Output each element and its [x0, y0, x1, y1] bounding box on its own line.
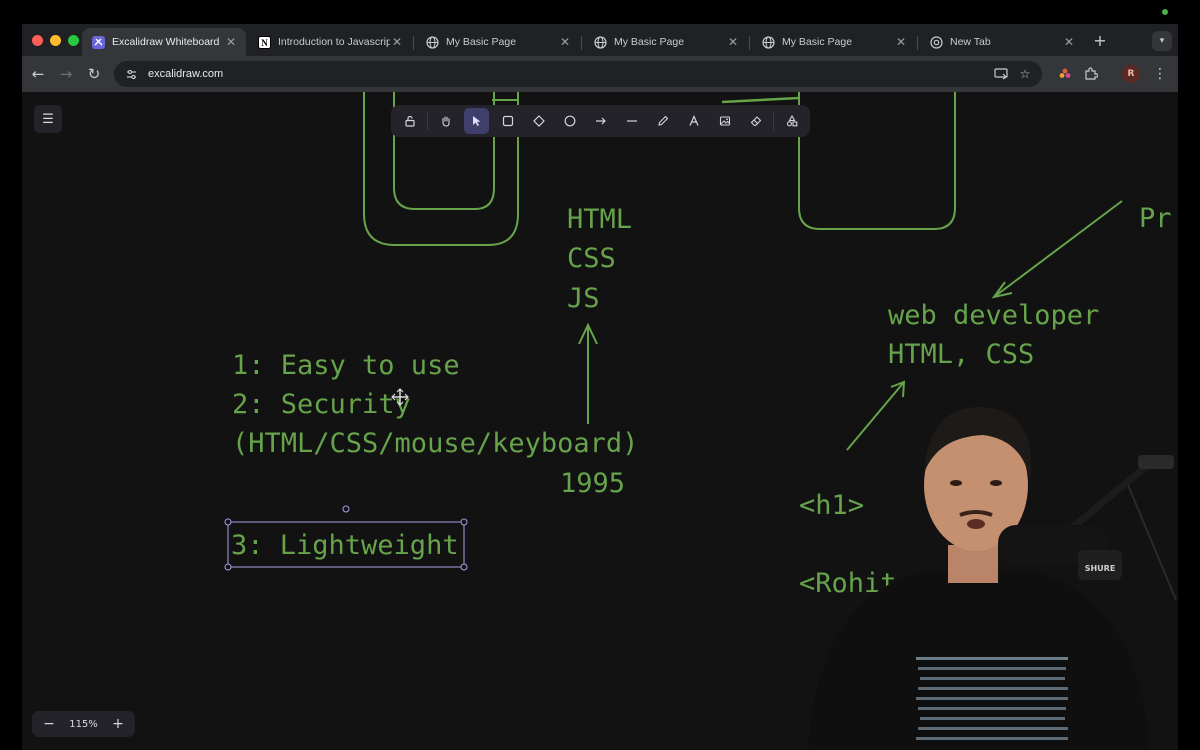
toolbar-divider	[773, 112, 774, 130]
tab-separator	[917, 36, 918, 50]
address-bar[interactable]: excalidraw.com	[114, 61, 1042, 87]
close-tab-icon[interactable]: ✕	[224, 35, 238, 49]
canvas-text-lightweight[interactable]: 3: Lightweight	[231, 530, 459, 561]
tab-my-basic-page[interactable]: My Basic Page ✕	[752, 28, 916, 56]
extensions-puzzle-icon[interactable]	[1082, 65, 1100, 83]
canvas-text-js[interactable]: JS	[567, 283, 600, 314]
ellipse-icon[interactable]	[557, 108, 583, 134]
globe-icon	[762, 35, 775, 49]
diamond-icon[interactable]	[526, 108, 552, 134]
tab-title: Excalidraw Whiteboard	[112, 36, 220, 48]
toolbar-divider	[427, 112, 428, 130]
arrow-to-web-developer[interactable]	[993, 200, 1123, 298]
tab-separator	[749, 36, 750, 50]
canvas-text-year[interactable]: 1995	[560, 468, 625, 499]
presenter-webcam: SHURE	[808, 406, 1177, 750]
close-window-button[interactable]	[32, 35, 43, 46]
canvas-text-pr[interactable]: Pr	[1139, 203, 1172, 234]
eraser-icon[interactable]	[743, 108, 769, 134]
mic-cable	[1127, 484, 1177, 601]
shape-edge	[721, 96, 800, 104]
resize-handle[interactable]	[224, 518, 232, 526]
mic-clamp	[1138, 455, 1174, 469]
zoom-level[interactable]: 115%	[69, 719, 98, 730]
new-tab-plus-icon[interactable]: +	[1090, 30, 1110, 50]
presenter-shirt	[808, 573, 1150, 750]
presenter-mouth	[967, 519, 985, 529]
close-tab-icon[interactable]: ✕	[558, 35, 572, 49]
maximize-window-button[interactable]	[68, 35, 79, 46]
shirt-code-print	[916, 657, 1068, 740]
tab-my-basic-page[interactable]: My Basic Page ✕	[416, 28, 580, 56]
pencil-icon[interactable]	[650, 108, 676, 134]
bookmark-star-icon[interactable]: ☆	[1016, 65, 1034, 83]
browser-toolbar: ← → ↻ excalidraw.com ☆ R ⋮	[22, 56, 1178, 92]
cast-install-icon[interactable]	[992, 65, 1010, 83]
selection-pointer-icon[interactable]	[463, 108, 490, 134]
line-icon[interactable]	[619, 108, 645, 134]
tab-new-tab[interactable]: New Tab ✕	[920, 28, 1084, 56]
zoom-control: − 115% +	[32, 711, 135, 737]
canvas-text-html[interactable]: HTML	[567, 204, 632, 235]
close-tab-icon[interactable]: ✕	[1062, 35, 1076, 49]
zoom-in-plus-icon[interactable]: +	[111, 716, 125, 732]
excalidraw-shape-toolbar	[391, 105, 810, 137]
resize-handle[interactable]	[460, 518, 468, 526]
resize-handle[interactable]	[460, 563, 468, 571]
tab-title: Introduction to Javascript	[278, 36, 390, 48]
forward-arrow-icon[interactable]: →	[56, 64, 76, 84]
tab-bar: Excalidraw Whiteboard ✕ N Introduction t…	[22, 24, 1178, 56]
canvas-text-easy-to-use[interactable]: 1: Easy to use	[232, 350, 460, 381]
resize-handle[interactable]	[224, 563, 232, 571]
canvas-text-security-detail[interactable]: (HTML/CSS/mouse/keyboard)	[232, 428, 638, 459]
profile-avatar[interactable]: R	[1122, 65, 1140, 83]
main-menu-hamburger-icon[interactable]: ☰	[34, 105, 62, 133]
chrome-icon	[930, 35, 943, 49]
url-text: excalidraw.com	[148, 68, 224, 80]
kebab-menu-icon[interactable]: ⋮	[1151, 65, 1169, 83]
minimize-window-button[interactable]	[50, 35, 61, 46]
tab-search-chevron-icon[interactable]: ▾	[1152, 31, 1172, 51]
canvas-text-security[interactable]: 2: Security	[232, 389, 411, 420]
canvas-text-css[interactable]: CSS	[567, 243, 616, 274]
zoom-out-minus-icon[interactable]: −	[42, 716, 56, 732]
globe-icon	[426, 35, 439, 49]
text-icon[interactable]	[681, 108, 707, 134]
site-settings-icon[interactable]	[124, 67, 138, 81]
close-tab-icon[interactable]: ✕	[726, 35, 740, 49]
presenter-eye	[950, 480, 962, 486]
tab-separator	[413, 36, 414, 50]
mic-brand-logo: SHURE	[1085, 564, 1116, 573]
tab-my-basic-page[interactable]: My Basic Page ✕	[584, 28, 748, 56]
close-tab-icon[interactable]: ✕	[390, 35, 404, 49]
tab-separator	[581, 36, 582, 50]
recording-indicator	[1162, 9, 1168, 15]
image-icon[interactable]	[712, 108, 738, 134]
tab-title: My Basic Page	[782, 36, 853, 48]
canvas-text-web-developer[interactable]: web developer	[888, 300, 1099, 331]
excalidraw-icon	[92, 35, 105, 49]
rotation-handle[interactable]	[342, 505, 350, 513]
lock-icon[interactable]	[397, 108, 423, 134]
arrow-icon[interactable]	[588, 108, 614, 134]
close-tab-icon[interactable]: ✕	[894, 35, 908, 49]
extension-flower-icon[interactable]	[1056, 65, 1074, 83]
presenter-eye	[990, 480, 1002, 486]
extra-tools-shapes-icon[interactable]	[779, 108, 805, 134]
reload-icon[interactable]: ↻	[84, 64, 104, 84]
globe-icon	[594, 35, 607, 49]
canvas-text-html-css[interactable]: HTML, CSS	[888, 339, 1034, 370]
right-box-shape	[798, 92, 956, 230]
notion-icon: N	[258, 35, 271, 49]
tab-introduction-to-javascript[interactable]: N Introduction to Javascript ✕	[248, 28, 412, 56]
tab-title: My Basic Page	[614, 36, 685, 48]
mic-arm	[1063, 460, 1153, 536]
tab-title: My Basic Page	[446, 36, 517, 48]
tab-title: New Tab	[950, 36, 991, 48]
hand-icon[interactable]	[433, 108, 459, 134]
tab-excalidraw[interactable]: Excalidraw Whiteboard ✕	[82, 28, 246, 56]
back-arrow-icon[interactable]: ←	[28, 64, 48, 84]
rectangle-icon[interactable]	[495, 108, 521, 134]
svg-text:N: N	[261, 38, 268, 48]
